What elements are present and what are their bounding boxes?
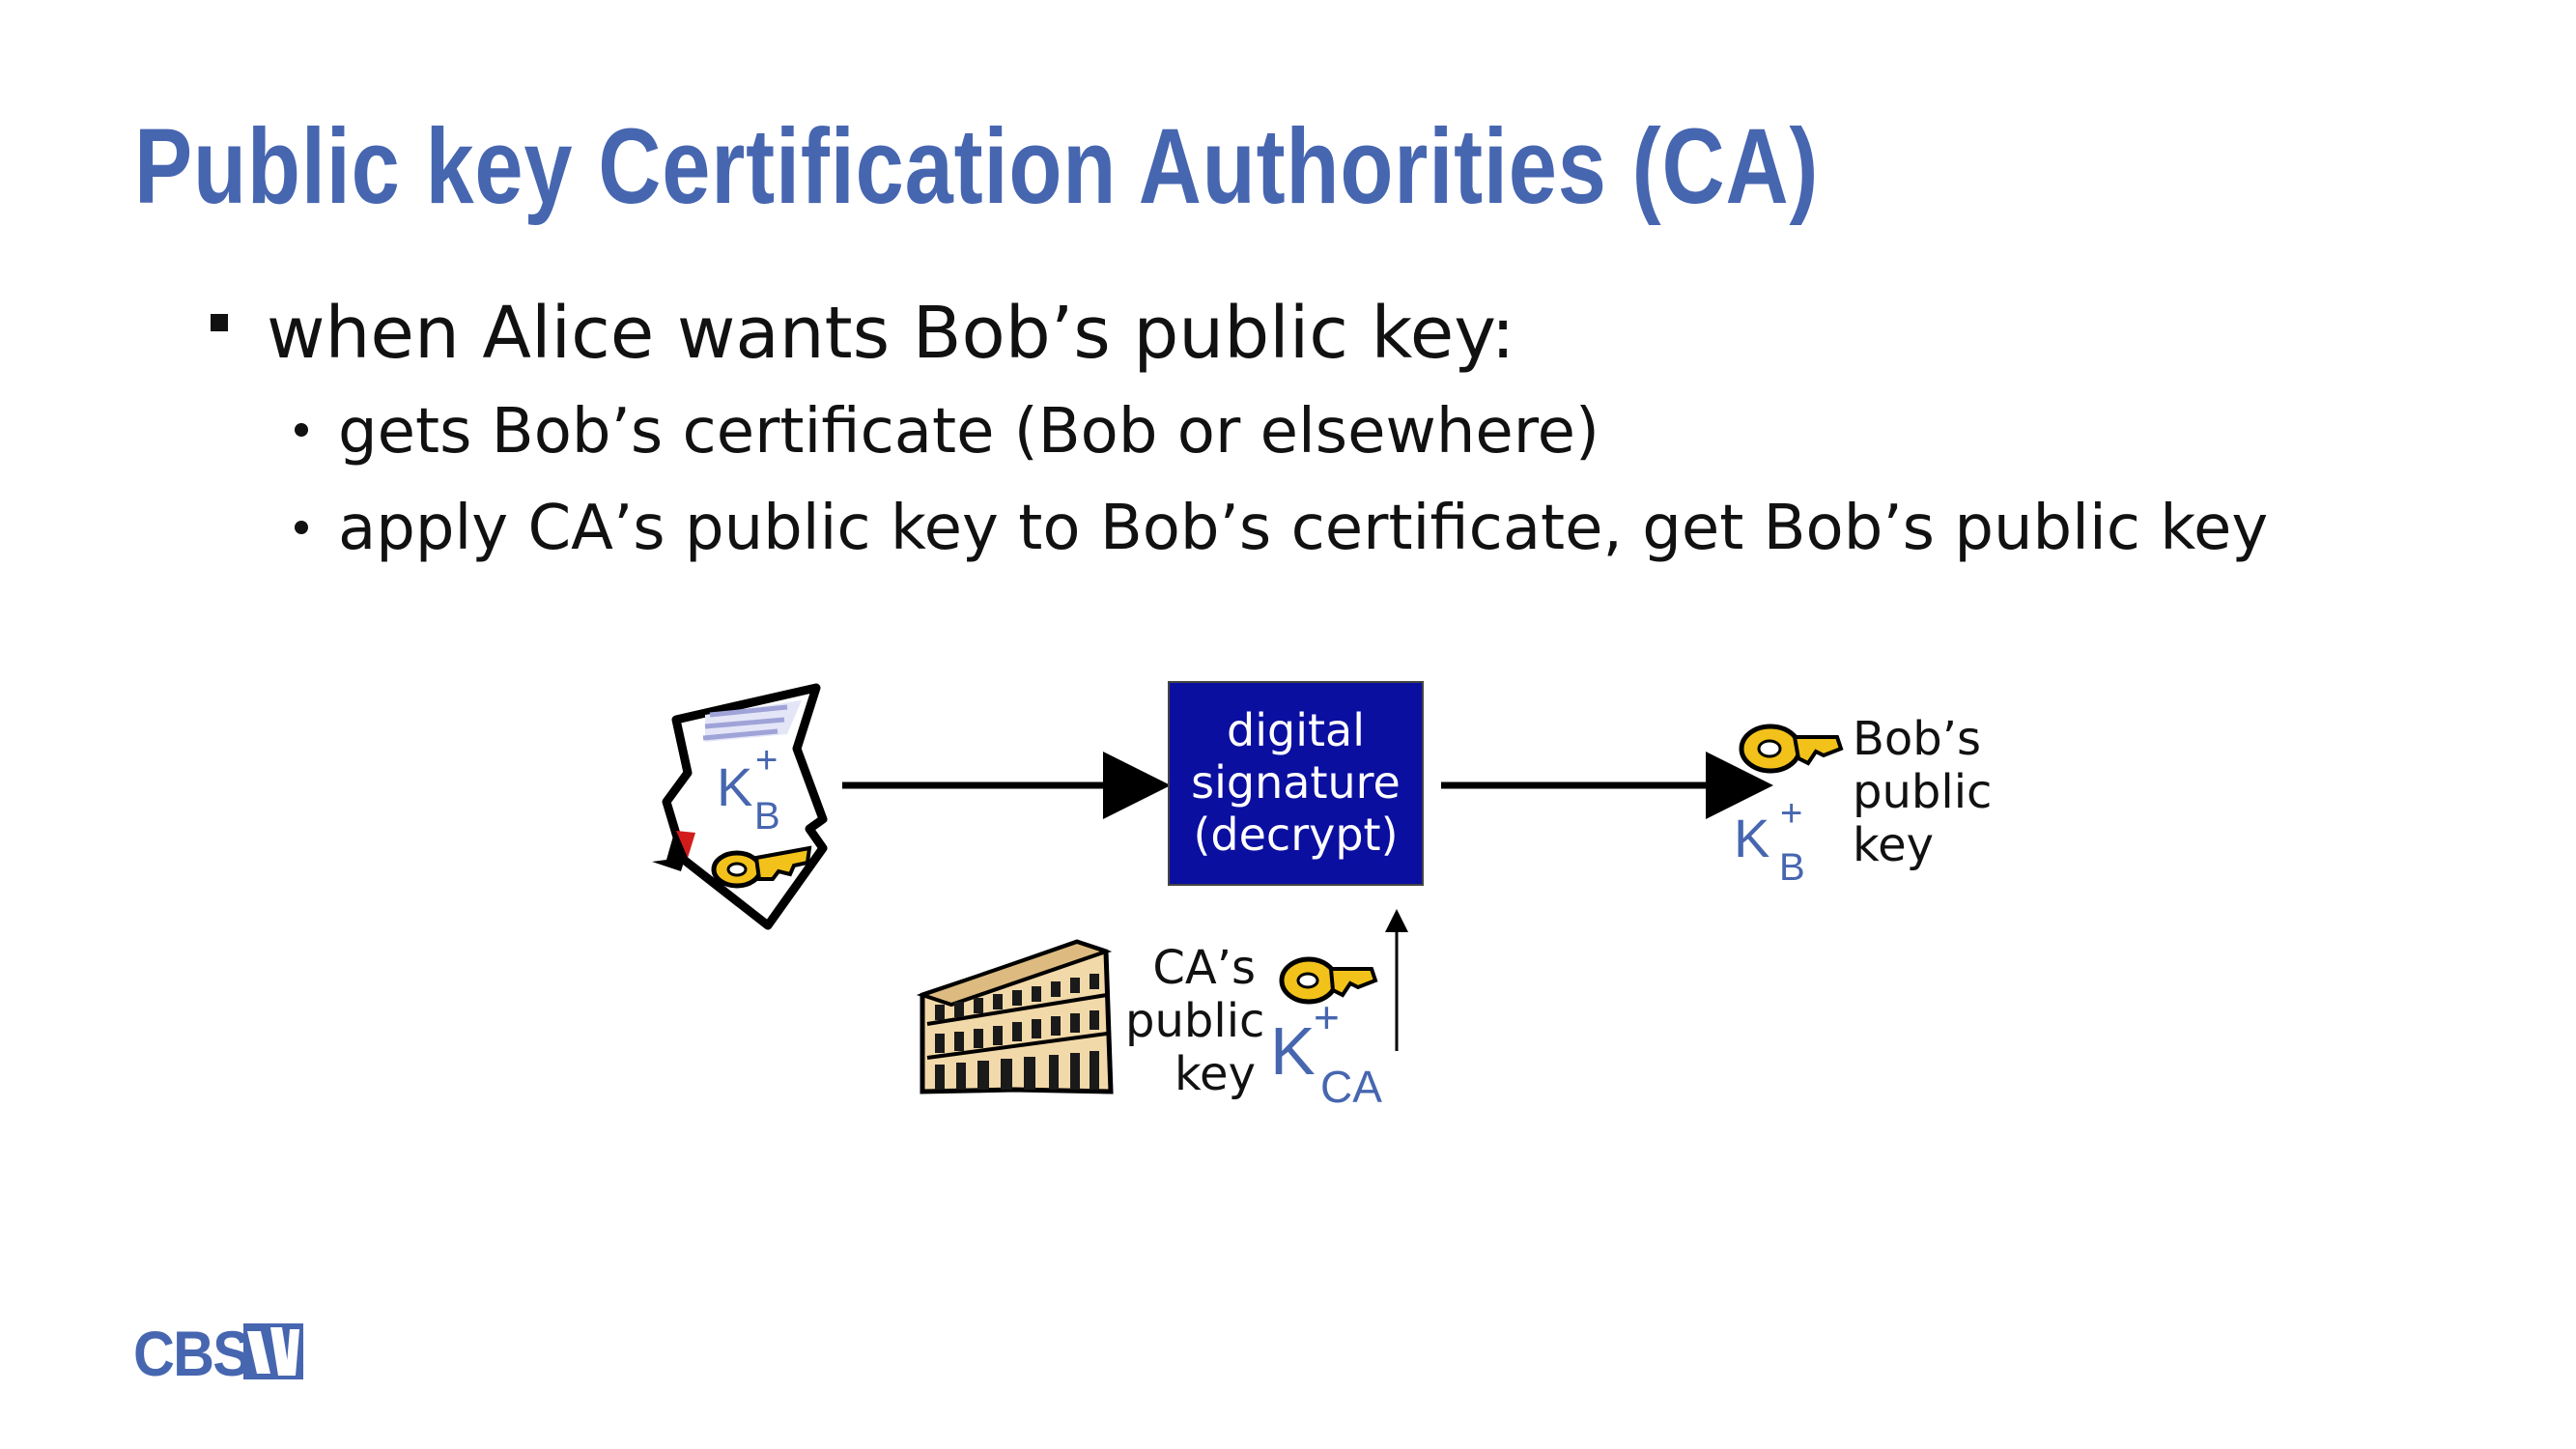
ca-label-line-1: CA’s <box>1152 941 1256 995</box>
bob-key-sub: B <box>1779 846 1805 889</box>
digital-signature-box: digital signature (decrypt) <box>1168 681 1424 886</box>
certificate-key-sup: + <box>755 739 778 781</box>
signature-box-line-2: signature <box>1191 756 1401 809</box>
ca-key-sup: + <box>1314 992 1340 1042</box>
ca-label-line-3: key <box>1174 1047 1256 1101</box>
ca-public-key-label: CA’s public key <box>1125 941 1265 1101</box>
bob-key-icon <box>1739 724 1844 774</box>
cbs-logo-mark <box>243 1323 303 1379</box>
certificate-key-sub: B <box>754 795 780 838</box>
bob-label-line-2: public <box>1853 765 1993 819</box>
ca-key-sub: CA <box>1320 1062 1382 1112</box>
bob-key-sup: + <box>1780 792 1803 835</box>
cbs-logo-text: CBS <box>133 1318 251 1389</box>
signature-box-line-3: (decrypt) <box>1193 809 1399 861</box>
ca-label-line-2: public <box>1125 994 1265 1048</box>
bob-label-line-3: key <box>1853 818 1935 872</box>
certificate-key-base: K <box>717 756 753 817</box>
signature-box-line-1: digital <box>1227 704 1365 756</box>
ca-building-icon <box>916 939 1114 1094</box>
ca-key-base: K <box>1270 1013 1316 1089</box>
bob-public-key-label: Bob’s public key <box>1853 713 1992 872</box>
bob-key-base: K <box>1734 808 1770 868</box>
bob-label-line-1: Bob’s <box>1853 712 1982 766</box>
